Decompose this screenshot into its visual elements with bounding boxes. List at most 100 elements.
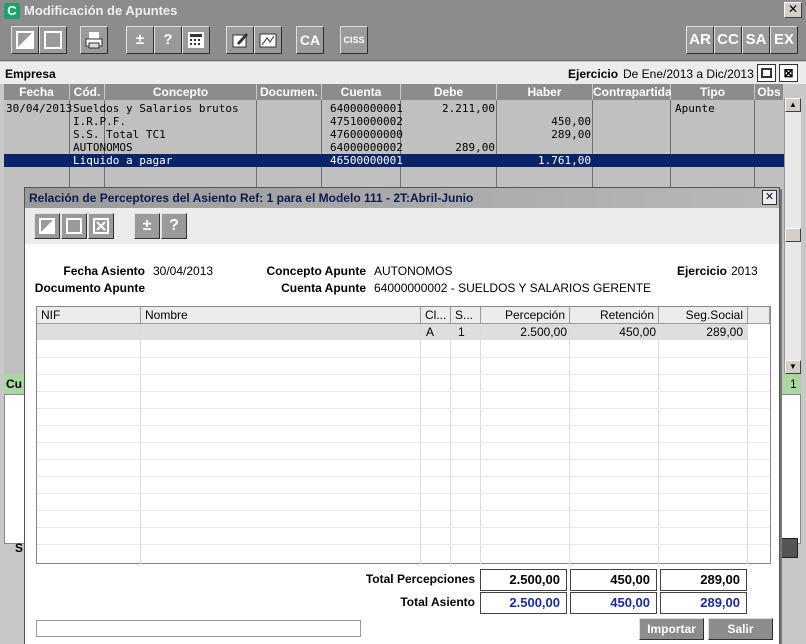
empresa-label: Empresa [5,67,56,81]
ledger-cell-debe[interactable]: 2.211,00 [401,102,495,115]
ejercicio-label: Ejercicio [568,67,619,81]
empresa-bar: Empresa Ejercicio De Ene/2013 a Dic/2013… [0,62,806,84]
col-header-documen[interactable]: Documen. [257,84,322,100]
fecha-asiento-label: Fecha Asiento [63,264,145,278]
sa-button[interactable]: SA [742,26,770,54]
main-titlebar: C Modificación de Apuntes ✕ [0,0,806,21]
ledger-cell-haber[interactable]: 1.761,00 [497,154,591,167]
ledger-cell-concepto[interactable]: Liquido a pagar [73,154,172,167]
delete-record-icon[interactable] [88,213,114,239]
total-percepciones-label: Total Percepciones [365,572,475,586]
concepto-apunte-value: AUTONOMOS [374,264,453,278]
new-record-icon[interactable] [61,213,87,239]
ejercicio-label: Ejercicio [676,264,727,278]
total-percepciones-percepcion: 2.500,00 [480,569,567,591]
ciss-button[interactable]: CISS [340,26,368,54]
lower-panel-label: S [15,541,24,555]
new-record-icon[interactable] [39,26,67,54]
col-header-fecha[interactable]: Fecha [4,84,70,100]
ledger-cell-concepto[interactable]: AUTONOMOS [73,141,133,154]
total-asiento-seg-social: 289,00 [660,592,747,614]
status-field[interactable] [36,620,361,637]
ledger-cell-cuenta[interactable]: 46500000001 [330,154,403,167]
scroll-up-icon[interactable]: ▲ [785,98,801,112]
calculator-icon[interactable] [182,26,210,54]
col-header-debe[interactable]: Debe [401,84,497,100]
ledger-cell-haber[interactable]: 289,00 [497,128,591,141]
col-header-cl[interactable]: Cl... [421,307,451,324]
ar-button[interactable]: AR [686,26,714,54]
close-window-button[interactable]: ✕ [784,2,802,18]
help-icon[interactable]: ? [154,26,182,54]
col-header-extra [748,307,770,324]
ledger-cell-cuenta[interactable]: 64000000002 [330,141,403,154]
cc-button[interactable]: CC [714,26,742,54]
scroll-thumb[interactable] [785,228,801,242]
dialog-title: Relación de Perceptores del Asiento Ref:… [29,191,474,205]
col-header-s[interactable]: S... [451,307,481,324]
salir-button[interactable]: Salir [708,618,773,640]
fecha-asiento-value: 30/04/2013 [153,264,214,278]
perceptores-grid: NIF Nombre Cl... S... Percepción Retenci… [36,306,771,564]
ledger-cell-tipo[interactable]: Apunte [675,102,715,115]
col-header-tipo[interactable]: Tipo [671,84,755,100]
col-header-retencion[interactable]: Retención [570,307,659,324]
dialog-toolbar: ± ? [25,208,779,244]
side-button[interactable] [780,538,798,558]
col-header-cuenta[interactable]: Cuenta [322,84,401,100]
ledger-cell-concepto[interactable]: Sueldos y Salarios brutos [73,102,239,115]
ledger-cell-haber[interactable]: 450,00 [497,115,591,128]
map-icon[interactable] [254,26,282,54]
col-header-concepto[interactable]: Concepto [105,84,257,100]
plus-minus-icon[interactable]: ± [126,26,154,54]
col-header-seg-social[interactable]: Seg.Social [659,307,748,324]
dialog-titlebar: Relación de Perceptores del Asiento Ref:… [25,188,779,208]
ejercicio-value: 2013 [731,264,758,278]
col-header-percepcion[interactable]: Percepción [481,307,570,324]
col-header-haber[interactable]: Haber [497,84,593,100]
total-asiento-label: Total Asiento [400,595,475,609]
documento-apunte-label: Documento Apunte [34,281,145,295]
ledger-cell-concepto[interactable]: I.R.P.F. [73,115,126,128]
ledger-cell-debe[interactable]: 289,00 [401,141,495,154]
cuenta-apunte-label: Cuenta Apunte [281,281,366,295]
maximize-grid-icon[interactable] [757,64,776,82]
ledger-cell-concepto[interactable]: S.S. Total TC1 [73,128,166,141]
importar-button[interactable]: Importar [639,618,704,640]
dialog-close-icon[interactable]: ✕ [762,190,777,205]
ca-button[interactable]: CA [296,26,324,54]
col-header-nif[interactable]: NIF [37,307,141,324]
window-title: Modificación de Apuntes [24,3,178,18]
ledger-cell-cuenta[interactable]: 64000000001 [330,102,403,115]
help-icon[interactable]: ? [161,213,187,239]
edit-record-icon[interactable] [11,26,39,54]
cuenta-apunte-value: 64000000002 - SUELDOS Y SALARIOS GERENTE [374,281,652,295]
edit-record-icon[interactable] [34,213,60,239]
col-header-nombre[interactable]: Nombre [141,307,421,324]
app-icon: C [4,3,20,19]
main-toolbar: ± ? CA CISS AR CC SA EX [0,21,806,61]
green-bar-right-text: 1 [790,377,797,391]
total-percepciones-retencion: 450,00 [570,569,657,591]
perceptores-dialog: Relación de Perceptores del Asiento Ref:… [24,187,780,644]
ledger-cell-cuenta[interactable]: 47600000000 [330,128,403,141]
plus-minus-icon[interactable]: ± [134,213,160,239]
col-header-contrapartida[interactable]: Contrapartida [593,84,672,100]
ejercicio-value: De Ene/2013 a Dic/2013 [623,67,754,81]
concepto-apunte-label: Concepto Apunte [266,264,366,278]
dialog-body: Fecha Asiento 30/04/2013 Concepto Apunte… [25,244,779,644]
col-header-obs[interactable]: Obs [755,84,784,100]
total-asiento-percepcion: 2.500,00 [480,592,567,614]
scroll-down-icon[interactable]: ▼ [785,360,801,374]
green-bar-left-text: Cu [6,377,22,391]
ledger-cell-cuenta[interactable]: 47510000002 [330,115,403,128]
ex-button[interactable]: EX [770,26,798,54]
ledger-cell-fecha[interactable]: 30/04/2013 [6,102,72,115]
col-header-cod[interactable]: Cód. [70,84,105,100]
document-edit-icon[interactable] [226,26,254,54]
close-grid-icon[interactable]: ⊠ [779,64,798,82]
ledger-scrollbar[interactable]: ▲ ▼ [784,98,801,374]
print-icon[interactable] [80,26,108,54]
total-asiento-retencion: 450,00 [570,592,657,614]
total-percepciones-seg-social: 289,00 [660,569,747,591]
